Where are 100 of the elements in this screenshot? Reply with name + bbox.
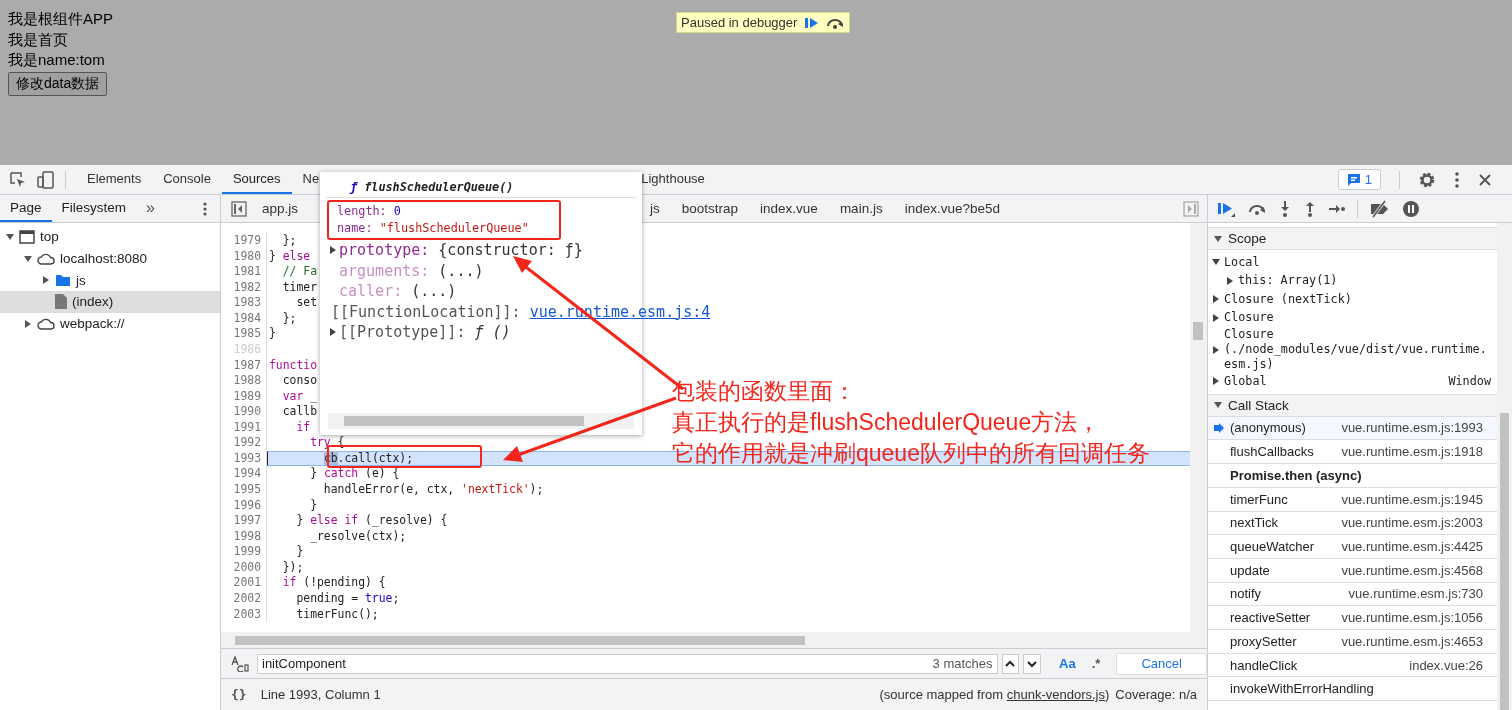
- line-number: 1991: [221, 419, 267, 436]
- toggle-navigator-icon[interactable]: [231, 200, 247, 217]
- pretty-print-button[interactable]: {}: [231, 687, 247, 702]
- file-icon: [55, 294, 67, 310]
- line-number: 1995: [221, 482, 267, 498]
- scope-item[interactable]: Global Window: [1208, 372, 1497, 391]
- regex-button[interactable]: .*: [1091, 656, 1101, 671]
- scope-item[interactable]: Closure: [1208, 308, 1497, 327]
- tree-item[interactable]: webpack://: [0, 312, 220, 335]
- triangle-icon[interactable]: [1214, 234, 1222, 243]
- call-stack-header[interactable]: Call Stack: [1208, 393, 1497, 417]
- code-line: }: [269, 326, 276, 341]
- scrollbar-thumb[interactable]: [1193, 322, 1203, 340]
- line-number: 1980: [221, 248, 267, 265]
- triangle-icon[interactable]: [329, 246, 337, 255]
- close-icon[interactable]: [1478, 172, 1492, 187]
- file-tab[interactable]: bootstrap: [670, 195, 750, 222]
- scrollbar-thumb[interactable]: [1500, 413, 1509, 710]
- code-line: } else: [269, 248, 311, 263]
- tree-item[interactable]: js: [0, 269, 220, 292]
- modify-data-button[interactable]: 修改data数据: [8, 71, 108, 96]
- panel-tab[interactable]: Console: [152, 165, 222, 194]
- source-link[interactable]: chunk-vendors.js: [1006, 687, 1105, 702]
- code-line: functio: [269, 357, 317, 372]
- triangle-icon[interactable]: [42, 276, 50, 285]
- call-frame[interactable]: invokeWithErrorHandling: [1208, 677, 1497, 702]
- file-tab[interactable]: app.js: [251, 195, 310, 222]
- coverage-text: Coverage: n/a: [1115, 687, 1197, 702]
- match-case-icon[interactable]: [231, 655, 249, 672]
- settings-icon[interactable]: [1418, 170, 1436, 189]
- line-number: 1989: [221, 388, 267, 405]
- call-frame[interactable]: notify vue.runtime.esm.js:730: [1208, 582, 1497, 607]
- call-frame[interactable]: update vue.runtime.esm.js:4568: [1208, 558, 1497, 583]
- panel-tab[interactable]: Elements: [76, 165, 153, 194]
- scope-item[interactable]: Local: [1208, 253, 1497, 272]
- next-match-button[interactable]: [1023, 653, 1042, 674]
- scope-item[interactable]: this: Array(1): [1208, 271, 1497, 290]
- previous-match-button[interactable]: [1001, 653, 1020, 674]
- more-tabs-button[interactable]: »: [136, 195, 165, 222]
- call-frame[interactable]: nextTick vue.runtime.esm.js:2003: [1208, 511, 1497, 536]
- code-line: if: [295, 419, 311, 434]
- file-tab[interactable]: index.vue?be5d: [893, 195, 1011, 222]
- scrollbar-thumb[interactable]: [344, 416, 584, 426]
- line-number: 2001: [221, 575, 267, 591]
- match-case-button[interactable]: Aa: [1059, 656, 1076, 671]
- search-field[interactable]: initComponent 3 matches: [257, 653, 998, 674]
- navigator-tab[interactable]: Filesystem: [51, 195, 137, 222]
- deactivate-breakpoints-icon[interactable]: [1369, 199, 1391, 218]
- call-frame[interactable]: (anonymous) vue.runtime.esm.js:1993: [1208, 416, 1497, 441]
- tree-item[interactable]: top: [0, 226, 220, 248]
- triangle-icon[interactable]: [1226, 276, 1234, 285]
- page-text: 我是根组件APP: [8, 9, 113, 29]
- line-number: 2000: [221, 559, 267, 576]
- triangle-icon[interactable]: [6, 232, 14, 241]
- triangle-icon[interactable]: [1212, 313, 1220, 322]
- triangle-icon[interactable]: [329, 328, 337, 337]
- code-line: var _: [281, 388, 317, 403]
- call-frame[interactable]: queueWatcher vue.runtime.esm.js:4425: [1208, 535, 1497, 559]
- call-frame[interactable]: timerFunc vue.runtime.esm.js:1945: [1208, 487, 1497, 512]
- call-frame[interactable]: flushCallbacks vue.runtime.esm.js:1918: [1208, 440, 1497, 464]
- triangle-icon[interactable]: [24, 254, 32, 263]
- scope-header[interactable]: Scope: [1208, 227, 1497, 250]
- scope-item[interactable]: Closure (nextTick): [1208, 290, 1497, 309]
- more-icon[interactable]: [202, 200, 208, 217]
- cancel-button[interactable]: Cancel: [1116, 652, 1207, 675]
- triangle-icon[interactable]: [1212, 295, 1220, 304]
- triangle-icon[interactable]: [1212, 345, 1220, 354]
- property-row: caller: (...): [339, 281, 457, 302]
- code-line: timerFunc();: [295, 606, 379, 621]
- scrollbar-thumb[interactable]: [235, 635, 805, 645]
- line-number: 1994: [221, 466, 267, 482]
- triangle-icon[interactable]: [1212, 377, 1220, 386]
- property-row: prototype: {constructor: ƒ}: [339, 240, 583, 261]
- triangle-icon[interactable]: [1212, 258, 1220, 267]
- inspect-icon[interactable]: [9, 170, 27, 189]
- code-line: if (!pending) {: [281, 575, 386, 590]
- line-number: 1984: [221, 310, 267, 327]
- line-number: 2003: [221, 606, 267, 623]
- toggle-debugger-icon[interactable]: [1183, 200, 1199, 217]
- call-frame[interactable]: handleClick index.vue:26: [1208, 653, 1497, 678]
- cloud-icon: [37, 252, 55, 266]
- navigator-tab[interactable]: Page: [0, 195, 52, 222]
- code-line: callb: [281, 404, 317, 419]
- pause-on-exceptions-icon[interactable]: [1402, 199, 1420, 218]
- file-tab[interactable]: index.vue: [749, 195, 829, 222]
- triangle-icon[interactable]: [24, 319, 32, 328]
- scope-item[interactable]: Closure (./node_modules/vue/dist/vue.runtime.esm.js): [1208, 327, 1497, 372]
- call-frame[interactable]: reactiveSetter vue.runtime.esm.js:1056: [1208, 606, 1497, 630]
- issues-button[interactable]: 1: [1337, 169, 1381, 190]
- triangle-icon[interactable]: [1214, 401, 1222, 409]
- code-line: pending = true;: [295, 590, 400, 605]
- device-toolbar-icon[interactable]: [37, 170, 55, 189]
- more-icon[interactable]: [1454, 170, 1460, 189]
- tree-item[interactable]: (index): [0, 291, 220, 313]
- call-frame[interactable]: proxySetter vue.runtime.esm.js:4653: [1208, 630, 1497, 654]
- current-frame-icon: [1214, 422, 1224, 433]
- file-tab[interactable]: js: [639, 195, 671, 222]
- file-tab[interactable]: main.js: [828, 195, 894, 222]
- tree-item[interactable]: localhost:8080: [0, 247, 220, 270]
- page-text: 我是首页: [8, 29, 68, 50]
